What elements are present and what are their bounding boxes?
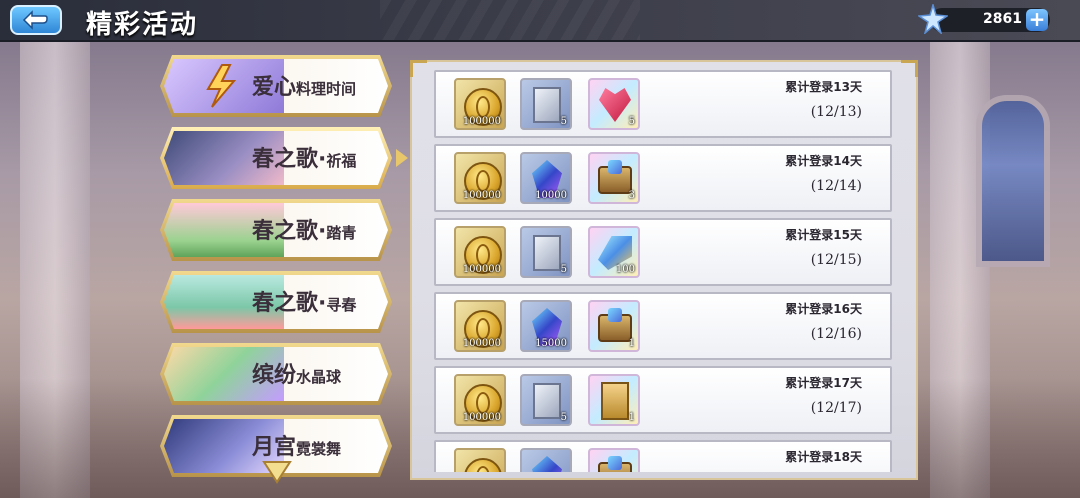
reward-row: 累计登录18天	[434, 440, 892, 472]
currency-display: 2861 +	[918, 4, 1050, 34]
gold-coin-icon[interactable]: 100000	[454, 78, 506, 130]
heart-gem-icon[interactable]: 5	[588, 78, 640, 130]
card-icon[interactable]: 5	[520, 226, 572, 278]
gold-coin-icon[interactable]: 100000	[454, 300, 506, 352]
gold-coin-icon[interactable]: 100000	[454, 226, 506, 278]
login-progress: (12/15)	[810, 252, 862, 268]
back-button[interactable]	[10, 5, 62, 35]
magic-wand-icon[interactable]: 100	[588, 226, 640, 278]
menu-item-spring-outing[interactable]: 春之歌·踏青	[160, 199, 392, 261]
crystal-icon[interactable]	[520, 448, 572, 472]
treasure-chest-icon[interactable]: 1	[588, 300, 640, 352]
login-requirement: 累计登录13天	[785, 80, 862, 94]
gold-coin-icon[interactable]: 100000	[454, 374, 506, 426]
star-crystal-icon	[918, 4, 948, 34]
menu-item-label: 春之歌·寻春	[252, 291, 357, 316]
crystal-icon[interactable]: 15000	[520, 300, 572, 352]
menu-item-label: 爱心料理时间	[252, 75, 357, 100]
treasure-chest-icon[interactable]	[588, 448, 640, 472]
treasure-chest-icon[interactable]: 3	[588, 152, 640, 204]
gold-coin-icon[interactable]: 100000	[454, 152, 506, 204]
menu-item-label: 春之歌·踏青	[252, 219, 357, 244]
reward-row: 100000 10000 3 累计登录14天 (12/14)	[434, 144, 892, 212]
menu-item-spring-search[interactable]: 春之歌·寻春	[160, 271, 392, 333]
login-requirement: 累计登录15天	[785, 228, 862, 242]
crystal-icon[interactable]: 10000	[520, 152, 572, 204]
menu-item-spring-blessing[interactable]: 春之歌·祈福	[160, 127, 408, 189]
login-requirement: 累计登录16天	[785, 302, 862, 316]
back-arrow-icon	[22, 10, 48, 30]
top-bar-decoration	[380, 0, 640, 40]
reward-row: 100000 5 100 累计登录15天 (12/15)	[434, 218, 892, 286]
reward-row: 100000 15000 1 累计登录16天 (12/16)	[434, 292, 892, 360]
reward-list[interactable]: 100000 5 5 累计登录13天 (12/13) 100000 10000 …	[412, 62, 920, 472]
login-progress: (12/13)	[810, 104, 862, 120]
reward-panel: 100000 5 5 累计登录13天 (12/13) 100000 10000 …	[410, 60, 918, 480]
login-progress: (12/16)	[810, 326, 862, 342]
menu-item-label: 春之歌·祈福	[252, 147, 357, 172]
card-icon[interactable]: 5	[520, 374, 572, 426]
reward-row: 100000 5 5 累计登录13天 (12/13)	[434, 70, 892, 138]
plus-icon: +	[1028, 7, 1046, 31]
top-bar: 精彩活动 2861 +	[0, 0, 1080, 42]
menu-item-label: 月宫霓裳舞	[252, 435, 342, 460]
login-requirement: 累计登录17天	[785, 376, 862, 390]
menu-item-label: 缤纷水晶球	[252, 363, 342, 388]
page-title: 精彩活动	[86, 10, 199, 40]
reward-row: 100000 5 1 累计登录17天 (12/17)	[434, 366, 892, 434]
chevron-down-icon[interactable]	[262, 458, 292, 486]
book-icon[interactable]: 1	[588, 374, 640, 426]
login-requirement: 累计登录18天	[785, 450, 862, 464]
login-progress: (12/17)	[810, 400, 862, 416]
add-currency-button[interactable]: +	[1026, 9, 1048, 31]
stained-glass-window	[976, 95, 1050, 267]
menu-item-crystal-ball[interactable]: 缤纷水晶球	[160, 343, 392, 405]
gold-coin-icon[interactable]	[454, 448, 506, 472]
login-requirement: 累计登录14天	[785, 154, 862, 168]
login-progress: (12/14)	[810, 178, 862, 194]
card-icon[interactable]: 5	[520, 78, 572, 130]
menu-item-love-cooking[interactable]: 爱心料理时间	[160, 55, 392, 117]
currency-amount: 2861	[983, 11, 1022, 27]
